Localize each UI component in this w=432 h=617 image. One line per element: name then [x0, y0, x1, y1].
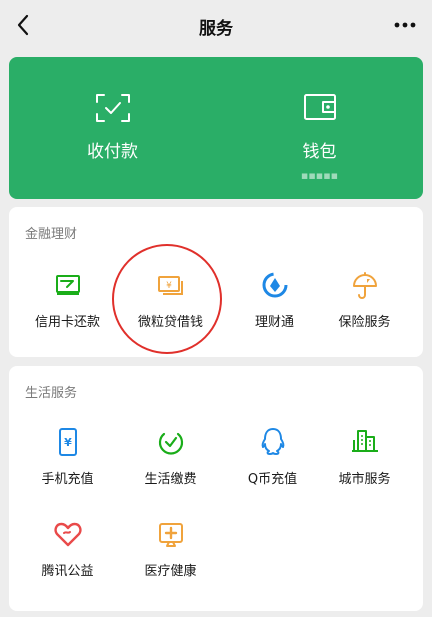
utility-bill-button[interactable]: 生活缴费 — [119, 426, 222, 496]
utility-bill-icon — [158, 432, 183, 455]
svg-text:¥: ¥ — [64, 436, 72, 449]
medical-health-button[interactable]: 医疗健康 — [119, 518, 222, 588]
city-service-icon — [351, 430, 378, 452]
tencent-charity-label: 腾讯公益 — [41, 564, 94, 579]
insurance-button[interactable]: 保险服务 — [313, 269, 416, 339]
credit-card-icon — [55, 275, 80, 295]
wealth-icon — [262, 272, 287, 298]
phone-topup-label: 手机充值 — [41, 472, 94, 487]
wallet-button[interactable]: 钱包 ▪▪▪▪▪ — [216, 57, 423, 199]
licaitong-label: 理财通 — [254, 315, 294, 330]
receive-pay-label: 收付款 — [87, 142, 138, 162]
more-button[interactable] — [390, 12, 420, 38]
highlight-circle-annotation — [112, 244, 222, 354]
credit-card-repay-button[interactable]: 信用卡还款 — [16, 269, 119, 339]
page-title: 服务 — [199, 19, 233, 39]
insurance-label: 保险服务 — [338, 315, 391, 330]
city-service-label: 城市服务 — [338, 472, 391, 487]
wallet-balance-masked: ▪▪▪▪▪ — [300, 169, 339, 182]
qq-coin-button[interactable]: Q币充值 — [221, 426, 324, 496]
life-section-title: 生活服务 — [25, 386, 78, 401]
phone-topup-icon: ¥ — [58, 428, 77, 456]
credit-card-repay-label: 信用卡还款 — [34, 315, 100, 330]
finance-section-title: 金融理财 — [25, 227, 78, 242]
city-service-button[interactable]: 城市服务 — [313, 426, 416, 496]
life-services-section: 生活服务 ¥ 手机充值 生活缴费 Q币充值 城市服务 腾讯公益 医疗健康 — [9, 366, 423, 611]
phone-topup-button[interactable]: ¥ 手机充值 — [16, 426, 119, 496]
licaitong-button[interactable]: 理财通 — [223, 269, 326, 339]
wallet-icon — [303, 94, 336, 120]
more-dots-icon — [394, 22, 416, 28]
medical-health-label: 医疗健康 — [144, 564, 197, 579]
qq-coin-label: Q币充值 — [247, 472, 298, 487]
qq-coin-icon — [261, 428, 284, 455]
wallet-label: 钱包 — [302, 142, 337, 162]
medical-icon — [158, 523, 183, 547]
insurance-icon — [352, 272, 377, 299]
nav-bar: 服务 — [0, 0, 432, 52]
utility-bill-label: 生活缴费 — [144, 472, 197, 487]
scan-payment-icon — [95, 94, 130, 122]
payment-wallet-card: 收付款 钱包 ▪▪▪▪▪ — [9, 57, 423, 199]
receive-pay-button[interactable]: 收付款 — [9, 57, 216, 199]
charity-icon — [53, 522, 82, 547]
tencent-charity-button[interactable]: 腾讯公益 — [16, 518, 119, 588]
